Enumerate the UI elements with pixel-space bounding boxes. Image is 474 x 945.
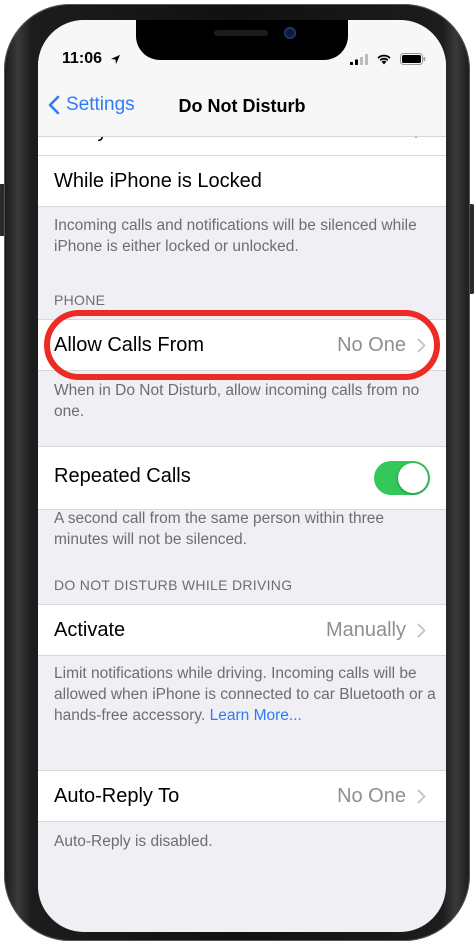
location-arrow-icon	[110, 54, 121, 65]
list-item-activate[interactable]: Activate Manually	[38, 604, 446, 656]
repeated-calls-toggle[interactable]	[374, 461, 430, 495]
status-time: 11:06	[62, 50, 103, 67]
status-icons	[350, 53, 426, 65]
auto-reply-description: Auto-Reply is disabled.	[54, 833, 213, 850]
signal-icon	[350, 53, 368, 65]
navigation-bar: Settings Do Not Disturb	[38, 64, 446, 137]
list-item-auto-reply-to[interactable]: Auto-Reply To No One	[38, 770, 446, 822]
toggle-knob	[398, 463, 428, 493]
list-item-while-locked[interactable]: While iPhone is Locked	[38, 155, 446, 207]
list-item-repeated-calls: Repeated Calls	[38, 446, 446, 510]
highlight-annotation	[44, 310, 440, 380]
repeated-calls-description: A second call from the same person withi…	[54, 510, 384, 548]
activate-description: Limit notifications while driving. Incom…	[54, 663, 436, 726]
allow-calls-description: When in Do Not Disturb, allow incoming c…	[54, 382, 420, 420]
activate-value: Manually	[325, 619, 406, 641]
chevron-right-icon	[417, 789, 426, 804]
learn-more-link[interactable]: Learn More...	[210, 707, 302, 724]
repeated-calls-label: Repeated Calls	[54, 465, 191, 487]
front-camera-icon	[284, 27, 296, 39]
phone-screen: 11:06 Settings Do Not Disturb While iPho…	[38, 20, 446, 932]
auto-reply-label: Auto-Reply To	[54, 785, 180, 807]
phone-section-header: PHONE	[54, 292, 106, 308]
iphone-device-frame: 11:06 Settings Do Not Disturb While iPho…	[0, 4, 474, 941]
side-button	[470, 204, 474, 294]
chevron-right-icon	[417, 623, 426, 638]
speaker-grille	[214, 30, 268, 36]
battery-icon	[400, 53, 426, 65]
while-locked-description: Incoming calls and notifications will be…	[54, 217, 417, 255]
page-title: Do Not Disturb	[178, 96, 306, 116]
driving-section-header: DO NOT DISTURB WHILE DRIVING	[54, 577, 293, 593]
while-locked-label: While iPhone is Locked	[54, 170, 262, 192]
auto-reply-value: No One	[337, 785, 406, 807]
wifi-icon	[377, 54, 391, 65]
notch	[136, 20, 348, 60]
activate-label: Activate	[54, 619, 126, 641]
